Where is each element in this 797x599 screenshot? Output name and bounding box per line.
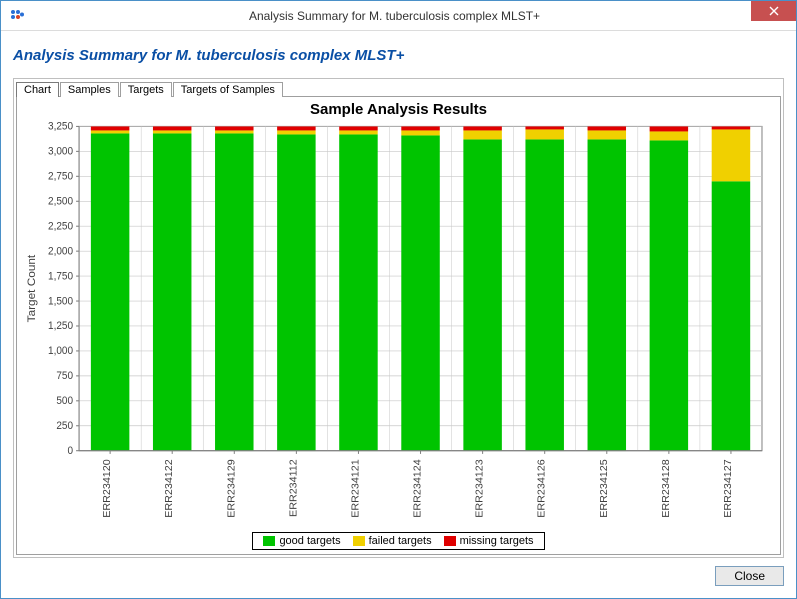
svg-text:1,500: 1,500	[48, 296, 73, 307]
tab-targets[interactable]: Targets	[120, 82, 172, 97]
svg-text:500: 500	[56, 396, 73, 407]
svg-text:1,750: 1,750	[48, 271, 73, 282]
close-button[interactable]: Close	[715, 566, 784, 586]
legend-swatch	[263, 536, 275, 546]
svg-text:ERR234127: ERR234127	[723, 459, 734, 518]
svg-text:ERR234125: ERR234125	[599, 459, 610, 518]
legend-swatch	[353, 536, 365, 546]
tab-samples[interactable]: Samples	[60, 82, 119, 97]
svg-text:2,750: 2,750	[48, 171, 73, 182]
svg-text:2,500: 2,500	[48, 196, 73, 207]
tab-chart[interactable]: Chart	[16, 82, 59, 97]
tab-targets-of-samples[interactable]: Targets of Samples	[173, 82, 283, 97]
tab-bar: Chart Samples Targets Targets of Samples	[14, 79, 783, 96]
legend-swatch	[444, 536, 456, 546]
legend-label: missing targets	[460, 535, 534, 547]
svg-text:ERR234129: ERR234129	[227, 459, 238, 518]
content-area: Analysis Summary for M. tuberculosis com…	[1, 31, 796, 598]
svg-text:ERR234112: ERR234112	[289, 459, 300, 517]
tab-body-chart: Sample Analysis Results 0 250 500 750 1,000 1…	[16, 96, 781, 555]
legend-label: failed targets	[369, 535, 432, 547]
svg-text:0: 0	[67, 446, 73, 457]
svg-text:ERR234121: ERR234121	[351, 459, 362, 518]
chart-title: Sample Analysis Results	[17, 97, 780, 120]
tabs-panel: Chart Samples Targets Targets of Samples…	[13, 78, 784, 558]
svg-text:250: 250	[56, 421, 73, 432]
svg-text:750: 750	[56, 371, 73, 382]
app-icon	[9, 8, 25, 24]
chart-plot: 0 250 500 750 1,000 1,250 1,500 1,750 2,000 2,250…	[17, 120, 780, 530]
svg-text:2,250: 2,250	[48, 221, 73, 232]
legend-item: missing targets	[444, 535, 534, 547]
app-window: Analysis Summary for M. tuberculosis com…	[0, 0, 797, 599]
window-close-button[interactable]	[751, 1, 796, 21]
titlebar[interactable]: Analysis Summary for M. tuberculosis com…	[1, 1, 796, 31]
svg-text:1,250: 1,250	[48, 321, 73, 332]
window-title: Analysis Summary for M. tuberculosis com…	[33, 9, 756, 23]
legend-label: good targets	[279, 535, 340, 547]
svg-text:ERR234120: ERR234120	[102, 459, 113, 518]
close-icon	[769, 6, 779, 16]
svg-text:2,000: 2,000	[48, 246, 73, 257]
chart-legend-wrap: good targets failed targets missing target…	[17, 530, 780, 554]
svg-text:ERR234128: ERR234128	[661, 459, 672, 518]
dialog-footer: Close	[13, 558, 784, 586]
svg-text:ERR234126: ERR234126	[537, 459, 548, 518]
svg-text:1,000: 1,000	[48, 346, 73, 357]
svg-text:ERR234124: ERR234124	[413, 459, 424, 518]
legend-item: failed targets	[353, 535, 432, 547]
svg-text:ERR234123: ERR234123	[475, 459, 486, 518]
page-title: Analysis Summary for M. tuberculosis com…	[13, 41, 784, 78]
svg-text:ERR234122: ERR234122	[164, 459, 175, 518]
legend-item: good targets	[263, 535, 340, 547]
svg-text:3,250: 3,250	[48, 121, 73, 132]
chart-legend: good targets failed targets missing target…	[252, 532, 544, 550]
svg-text:3,000: 3,000	[48, 146, 73, 157]
svg-text:Target Count: Target Count	[26, 254, 38, 322]
